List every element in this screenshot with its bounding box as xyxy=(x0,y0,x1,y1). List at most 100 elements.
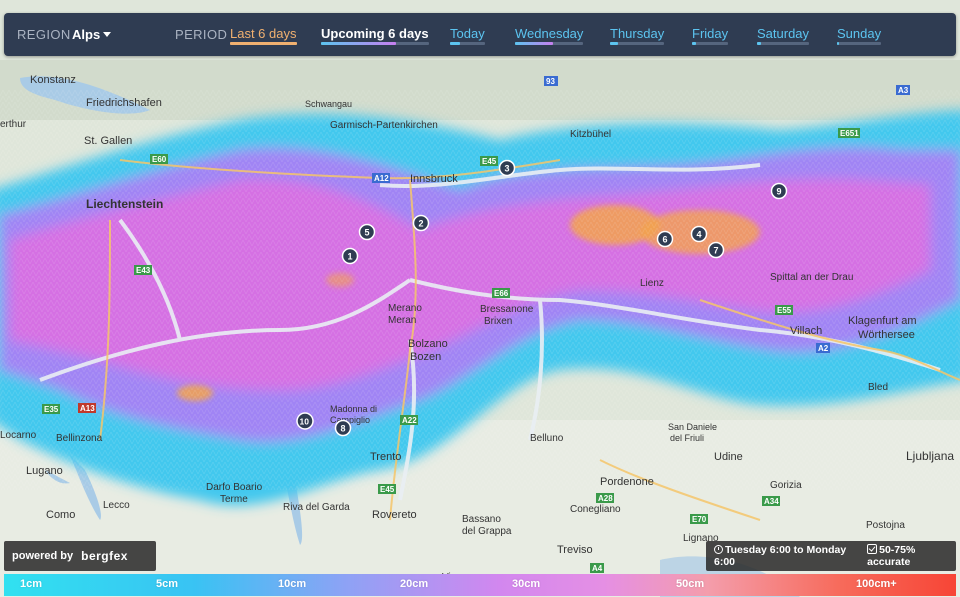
powered-by-badge[interactable]: powered by bergfex xyxy=(4,541,156,571)
svg-text:Darfo Boario: Darfo Boario xyxy=(206,482,263,493)
time-range-text: Tuesday 6:00 to Monday 6:00 xyxy=(714,544,847,568)
svg-text:Madonna di: Madonna di xyxy=(330,404,377,414)
svg-text:7: 7 xyxy=(714,246,719,256)
svg-text:Udine: Udine xyxy=(714,451,743,463)
svg-text:Gorizia: Gorizia xyxy=(770,480,802,491)
tab-label: Upcoming 6 days xyxy=(321,26,429,41)
svg-text:2: 2 xyxy=(419,219,424,229)
resort-marker-10[interactable]: 10 xyxy=(296,412,314,430)
svg-text:Lecco: Lecco xyxy=(103,500,130,511)
svg-text:Bolzano: Bolzano xyxy=(408,338,448,350)
svg-text:E60: E60 xyxy=(152,155,167,164)
svg-text:Pordenone: Pordenone xyxy=(600,476,654,488)
resort-marker-5[interactable]: 5 xyxy=(358,223,376,241)
resort-marker-4[interactable]: 4 xyxy=(690,225,708,243)
svg-text:Wörthersee: Wörthersee xyxy=(858,329,915,341)
svg-text:3: 3 xyxy=(505,164,510,174)
tab-sunday[interactable]: Sunday xyxy=(837,26,882,45)
svg-text:8: 8 xyxy=(341,424,346,434)
svg-text:Garmisch-Partenkirchen: Garmisch-Partenkirchen xyxy=(330,120,438,131)
region-label: REGION xyxy=(17,27,71,42)
svg-text:A22: A22 xyxy=(402,416,417,425)
svg-text:A34: A34 xyxy=(764,497,779,506)
svg-text:San Daniele: San Daniele xyxy=(668,422,717,432)
svg-text:Conegliano: Conegliano xyxy=(570,504,621,515)
tab-thursday[interactable]: Thursday xyxy=(610,26,665,45)
svg-text:Rovereto: Rovereto xyxy=(372,509,417,521)
clock-icon xyxy=(714,545,723,554)
svg-text:Locarno: Locarno xyxy=(0,430,37,441)
resort-marker-7[interactable]: 7 xyxy=(707,241,725,259)
svg-text:Bozen: Bozen xyxy=(410,351,441,363)
snow-map[interactable]: Konstanz Friedrichshafen St. Gallen Liec… xyxy=(0,0,960,597)
svg-text:E651: E651 xyxy=(840,129,859,138)
resort-marker-3[interactable]: 3 xyxy=(498,159,516,177)
svg-text:Treviso: Treviso xyxy=(557,544,593,556)
legend-label-50cm: 50cm xyxy=(676,578,705,590)
svg-text:E45: E45 xyxy=(482,157,497,166)
legend-label-100cm: 100cm+ xyxy=(856,578,897,590)
svg-text:Lienz: Lienz xyxy=(640,278,664,289)
svg-text:Merano: Merano xyxy=(388,303,422,314)
tab-underline xyxy=(321,42,429,45)
svg-text:Bressanone: Bressanone xyxy=(480,304,534,315)
tab-underline xyxy=(515,42,584,45)
powered-by-text: powered by xyxy=(12,550,74,562)
svg-text:Como: Como xyxy=(46,509,75,521)
map-canvas[interactable]: Konstanz Friedrichshafen St. Gallen Liec… xyxy=(0,0,960,597)
svg-text:6: 6 xyxy=(663,235,668,245)
legend-label-20cm: 20cm xyxy=(400,578,429,590)
tab-upcoming-6-days[interactable]: Upcoming 6 days xyxy=(321,26,429,45)
tab-underline xyxy=(450,42,485,45)
svg-text:Bellinzona: Bellinzona xyxy=(56,433,103,444)
snow-depth-legend: 1cm 5cm 10cm 20cm 30cm 50cm 100cm+ xyxy=(4,574,956,596)
svg-text:9: 9 xyxy=(777,187,782,197)
resort-marker-6[interactable]: 6 xyxy=(656,230,674,248)
legend-label-10cm: 10cm xyxy=(278,578,307,590)
svg-text:Kitzbühel: Kitzbühel xyxy=(570,129,611,140)
svg-text:Konstanz: Konstanz xyxy=(30,74,76,86)
tab-today[interactable]: Today xyxy=(450,26,485,45)
legend-label-5cm: 5cm xyxy=(156,578,179,590)
tab-friday[interactable]: Friday xyxy=(692,26,729,45)
svg-text:del Grappa: del Grappa xyxy=(462,526,512,537)
svg-text:Belluno: Belluno xyxy=(530,433,564,444)
svg-text:E70: E70 xyxy=(692,515,707,524)
svg-text:A13: A13 xyxy=(80,404,95,413)
region-select[interactable]: Alps xyxy=(72,27,112,42)
svg-text:Postojna: Postojna xyxy=(866,520,905,531)
tab-underline xyxy=(692,42,729,45)
tab-wednesday[interactable]: Wednesday xyxy=(515,26,584,45)
legend-label-30cm: 30cm xyxy=(512,578,541,590)
svg-text:A2: A2 xyxy=(818,344,829,353)
resort-marker-1[interactable]: 1 xyxy=(341,247,359,265)
svg-text:Schwangau: Schwangau xyxy=(305,99,352,109)
svg-text:A3: A3 xyxy=(898,86,909,95)
tab-underline xyxy=(610,42,665,45)
filter-bar: REGION Alps PERIOD Last 6 days Upcoming … xyxy=(4,13,956,56)
svg-text:1: 1 xyxy=(348,252,353,262)
region-value: Alps xyxy=(72,27,101,42)
resort-marker-8[interactable]: 8 xyxy=(334,419,352,437)
resort-marker-2[interactable]: 2 xyxy=(412,214,430,232)
svg-text:Liechtenstein: Liechtenstein xyxy=(86,197,163,211)
svg-text:A12: A12 xyxy=(374,174,389,183)
svg-text:Friedrichshafen: Friedrichshafen xyxy=(86,97,162,109)
tab-underline xyxy=(757,42,810,45)
tab-underline xyxy=(230,42,297,45)
svg-text:E66: E66 xyxy=(494,289,509,298)
tab-label: Today xyxy=(450,26,485,41)
tab-label: Saturday xyxy=(757,26,810,41)
svg-text:Campiglio: Campiglio xyxy=(330,415,370,425)
svg-text:Ljubljana: Ljubljana xyxy=(906,449,954,463)
svg-text:E43: E43 xyxy=(136,266,151,275)
svg-text:Brixen: Brixen xyxy=(484,316,512,327)
snow-forecast-app: Konstanz Friedrichshafen St. Gallen Liec… xyxy=(0,0,960,597)
svg-text:Lugano: Lugano xyxy=(26,465,63,477)
tab-saturday[interactable]: Saturday xyxy=(757,26,810,45)
svg-text:del Friuli: del Friuli xyxy=(670,433,704,443)
svg-text:Riva del Garda: Riva del Garda xyxy=(283,502,350,513)
checkbox-icon xyxy=(867,544,878,554)
resort-marker-9[interactable]: 9 xyxy=(770,182,788,200)
tab-last-6-days[interactable]: Last 6 days xyxy=(230,26,297,45)
